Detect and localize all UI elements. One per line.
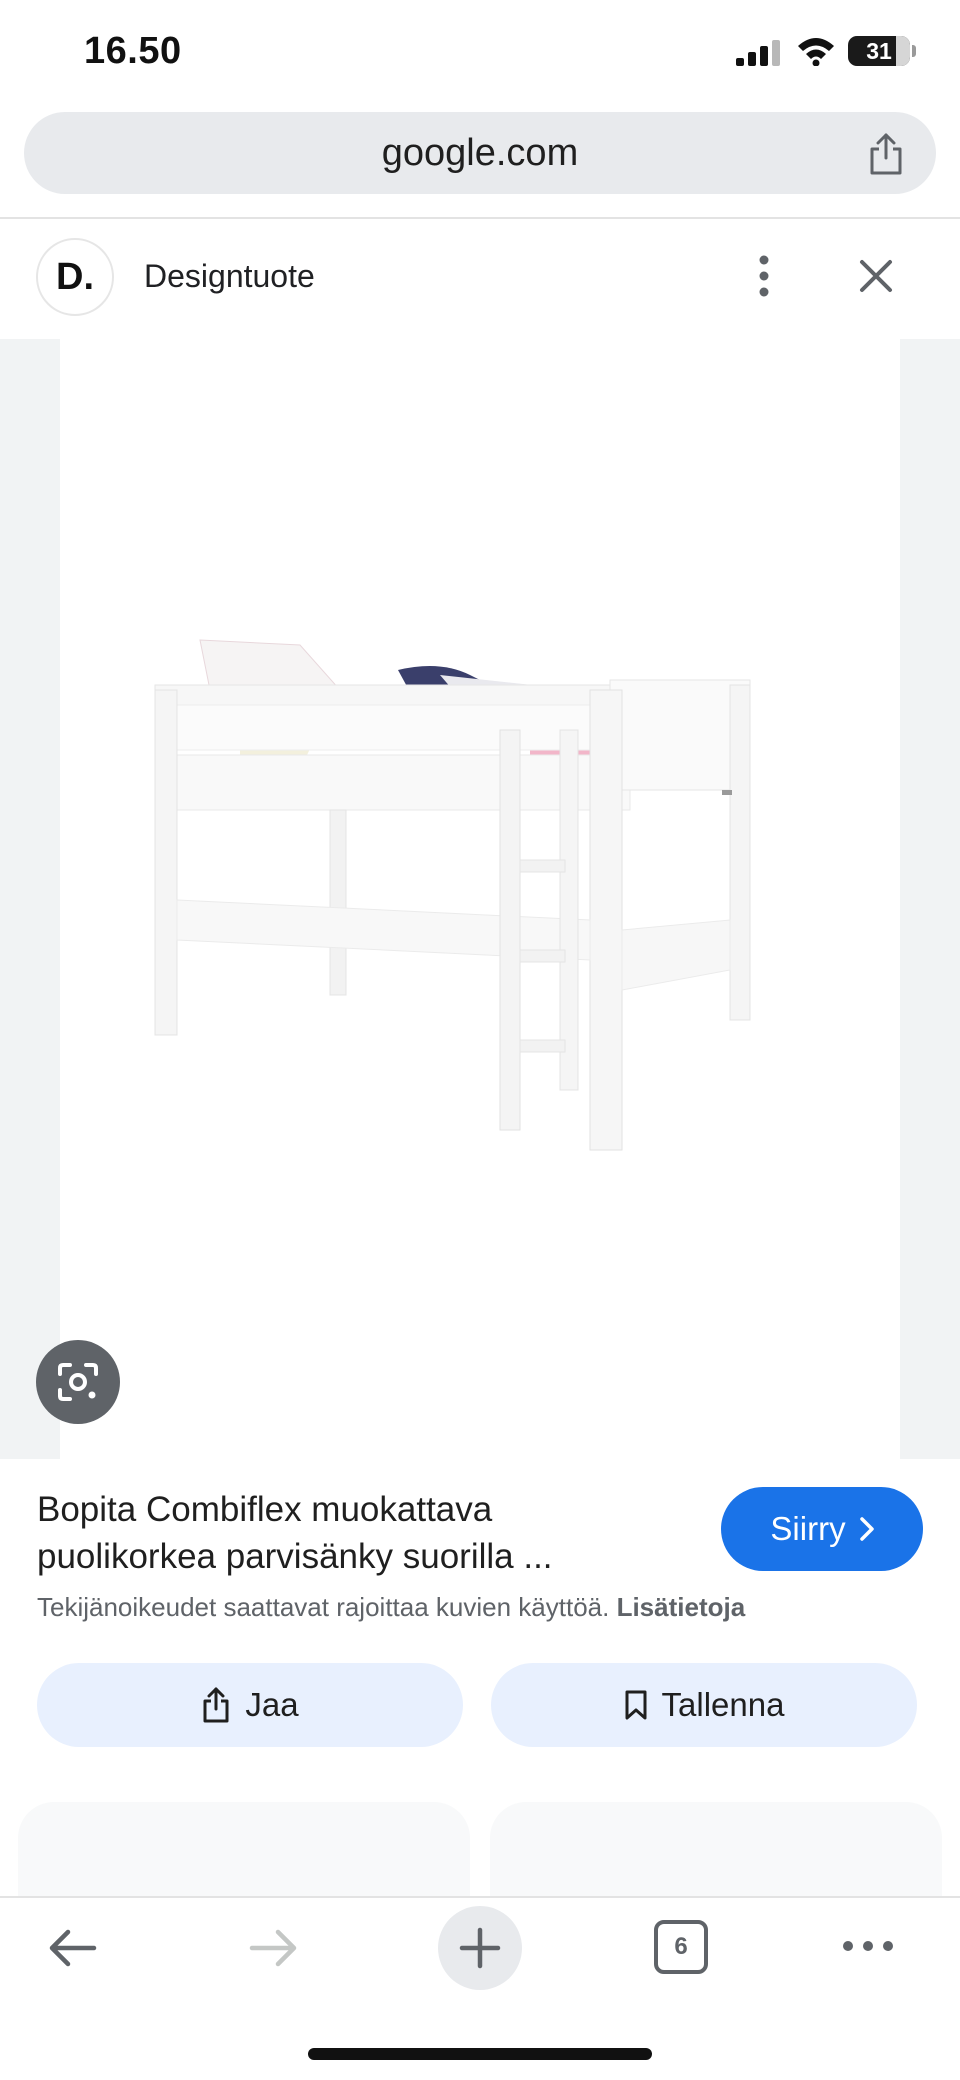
plus-icon — [459, 1927, 501, 1969]
signal-icon — [736, 40, 780, 66]
tabs-button[interactable]: 6 — [654, 1920, 708, 1974]
share-button[interactable]: Jaa — [37, 1663, 463, 1747]
product-image[interactable] — [140, 630, 820, 1160]
lens-button[interactable] — [36, 1340, 120, 1424]
source-logo-text: D. — [56, 255, 94, 298]
save-button-label: Tallenna — [661, 1686, 785, 1723]
save-button[interactable]: Tallenna — [491, 1663, 917, 1747]
divider — [0, 217, 960, 219]
home-indicator — [308, 2048, 652, 2060]
lens-icon — [58, 1363, 98, 1401]
share-icon[interactable] — [866, 132, 906, 176]
battery-indicator: 31 — [848, 36, 910, 66]
visit-button[interactable]: Siirry — [721, 1487, 923, 1571]
battery-level: 31 — [866, 38, 892, 64]
bookmark-icon — [625, 1690, 647, 1720]
new-tab-button[interactable] — [438, 1906, 522, 1990]
source-name[interactable]: Designtuote — [144, 258, 315, 295]
copyright-text: Tekijänoikeudet saattavat rajoittaa kuvi… — [37, 1592, 610, 1622]
back-arrow-icon[interactable] — [44, 1920, 100, 1976]
wifi-icon — [798, 38, 834, 66]
status-time: 16.50 — [84, 30, 182, 72]
copyright-notice: Tekijänoikeudet saattavat rajoittaa kuvi… — [37, 1592, 745, 1623]
visit-button-label: Siirry — [770, 1510, 846, 1547]
close-icon[interactable] — [856, 256, 896, 296]
more-info-link[interactable]: Lisätietoja — [617, 1592, 746, 1622]
chevron-right-icon — [859, 1517, 874, 1541]
share-icon — [203, 1687, 229, 1723]
more-vert-icon[interactable] — [752, 252, 776, 300]
battery-tip — [912, 45, 916, 57]
result-title[interactable]: Bopita Combiflex muokattava puolikorkea … — [37, 1486, 677, 1580]
source-logo[interactable]: D. — [36, 238, 114, 316]
share-button-label: Jaa — [245, 1686, 299, 1723]
url-text[interactable]: google.com — [24, 132, 936, 175]
forward-arrow-icon[interactable] — [246, 1920, 302, 1976]
more-horiz-icon[interactable] — [840, 1938, 896, 1954]
url-bar[interactable]: google.com — [24, 112, 936, 194]
